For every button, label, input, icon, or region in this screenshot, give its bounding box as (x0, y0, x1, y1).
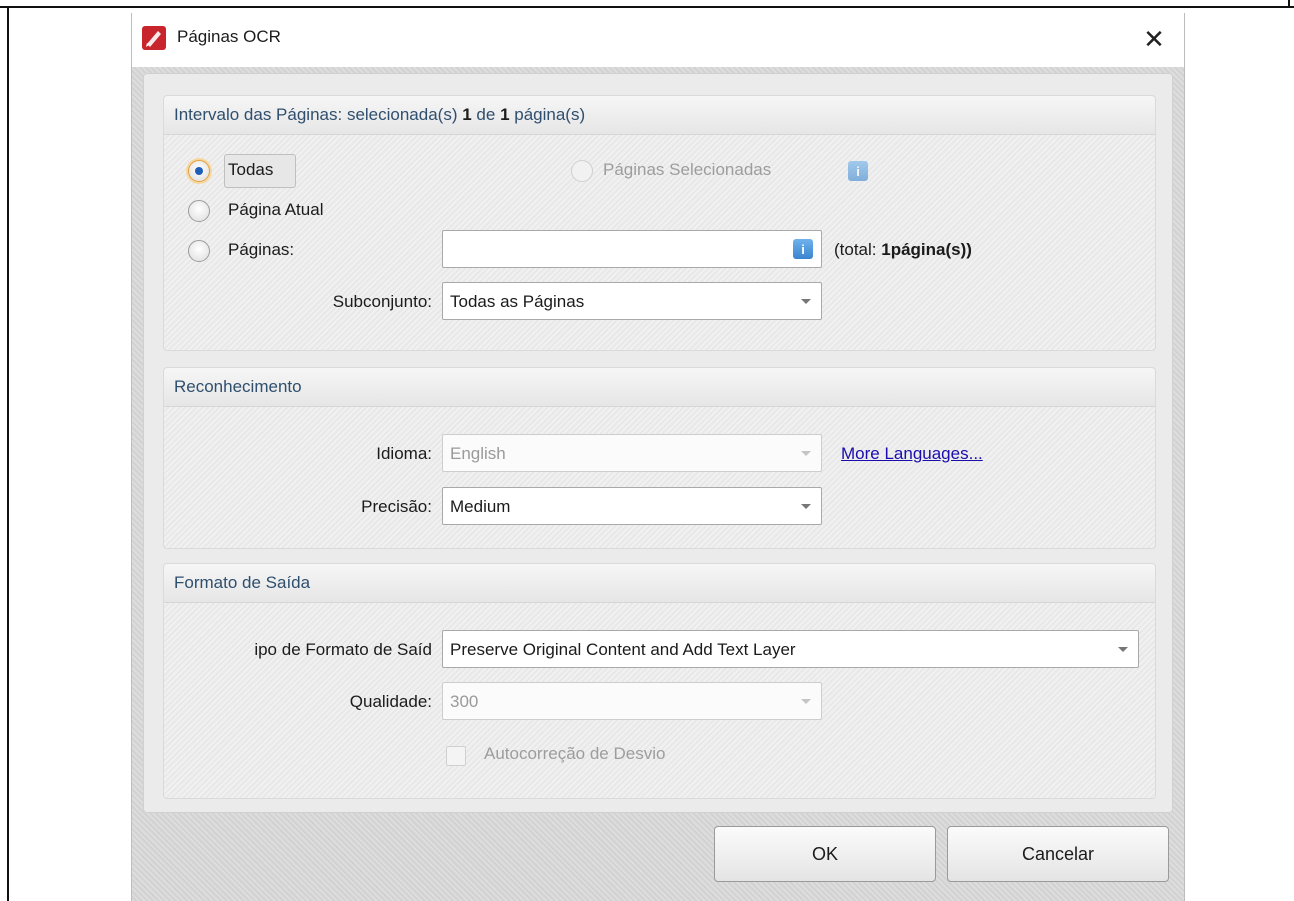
subset-select-value: Todas as Páginas (450, 292, 585, 311)
page-range-title-suffix: página(s) (509, 105, 586, 124)
recognition-title: Reconhecimento (174, 377, 302, 396)
top-border-line (0, 6, 1294, 8)
page-range-title-mid: de (471, 105, 501, 124)
page-range-title: Intervalo das Páginas: selecionada(s) 1 … (174, 105, 585, 125)
page-range-header: Intervalo das Páginas: selecionada(s) 1 … (164, 96, 1155, 135)
deskew-label: Autocorreção de Desvio (484, 744, 666, 763)
pages-input[interactable]: i (442, 230, 822, 268)
radio-all[interactable] (188, 160, 210, 182)
subset-label: Subconjunto: (332, 292, 432, 311)
quality-select-value: 300 (450, 692, 479, 711)
total-pages-prefix: (total: (834, 240, 882, 259)
options-panel: Intervalo das Páginas: selecionada(s) 1 … (143, 73, 1173, 813)
selected-count: 1 (462, 105, 472, 124)
left-border-line (7, 6, 9, 901)
chevron-down-icon (801, 699, 811, 704)
radio-all-label[interactable]: Todas (228, 160, 273, 180)
quality-label: Qualidade: (349, 692, 432, 711)
radio-selected-pages-label: Páginas Selecionadas (603, 160, 772, 179)
more-languages-link[interactable]: More Languages... (841, 444, 983, 464)
accuracy-label: Precisão: (361, 497, 432, 516)
ocr-pages-dialog: Páginas OCR ✕ Intervalo das Páginas: sel… (131, 13, 1185, 901)
close-icon: ✕ (1143, 25, 1165, 55)
output-format-group: Formato de Saída ipo de Formato de Saíd … (163, 563, 1156, 799)
info-icon-glyph: i (856, 163, 860, 179)
chevron-down-icon (801, 451, 811, 456)
radio-pages-label[interactable]: Páginas: (228, 240, 294, 260)
radio-current-page[interactable] (188, 200, 210, 222)
total-pages-value: 1página(s)) (881, 240, 972, 259)
format-type-select[interactable]: Preserve Original Content and Add Text L… (442, 630, 1139, 668)
chevron-down-icon (1118, 647, 1128, 652)
recognition-header: Reconhecimento (164, 368, 1155, 407)
ok-button[interactable]: OK (714, 826, 936, 882)
total-pages-text: (total: 1página(s)) (834, 240, 972, 260)
accuracy-select[interactable]: Medium (442, 487, 822, 525)
radio-current-page-label[interactable]: Página Atual (228, 200, 323, 220)
dialog-body: Intervalo das Páginas: selecionada(s) 1 … (132, 67, 1184, 901)
chevron-down-icon (801, 504, 811, 509)
subset-select[interactable]: Todas as Páginas (442, 282, 822, 320)
output-format-header: Formato de Saída (164, 564, 1155, 603)
dialog-title: Páginas OCR (177, 27, 281, 46)
chevron-down-icon (801, 299, 811, 304)
language-select[interactable]: English (442, 434, 822, 472)
corner-mark (1288, 0, 1290, 6)
quality-select[interactable]: 300 (442, 682, 822, 720)
recognition-group: Reconhecimento Idioma: English More Lang… (163, 367, 1156, 549)
title-bar: Páginas OCR ✕ (132, 13, 1184, 67)
total-count: 1 (500, 105, 510, 124)
radio-pages[interactable] (188, 240, 210, 262)
radio-selected-pages[interactable] (571, 160, 593, 182)
format-type-select-value: Preserve Original Content and Add Text L… (450, 640, 796, 659)
info-icon[interactable]: i (848, 161, 868, 181)
app-icon (142, 26, 166, 50)
pages-info-icon[interactable]: i (793, 239, 813, 259)
page-range-title-prefix: Intervalo das Páginas: selecionada(s) (174, 105, 463, 124)
output-format-title: Formato de Saída (174, 573, 311, 592)
language-select-value: English (450, 444, 506, 463)
cancel-button[interactable]: Cancelar (947, 826, 1169, 882)
page-range-group: Intervalo das Páginas: selecionada(s) 1 … (163, 95, 1156, 351)
deskew-checkbox[interactable] (446, 746, 466, 766)
accuracy-select-value: Medium (450, 497, 511, 516)
pages-info-icon-glyph: i (801, 241, 805, 257)
close-button[interactable]: ✕ (1132, 18, 1176, 62)
format-type-label: ipo de Formato de Saíd (254, 640, 432, 659)
language-label: Idioma: (376, 444, 432, 463)
